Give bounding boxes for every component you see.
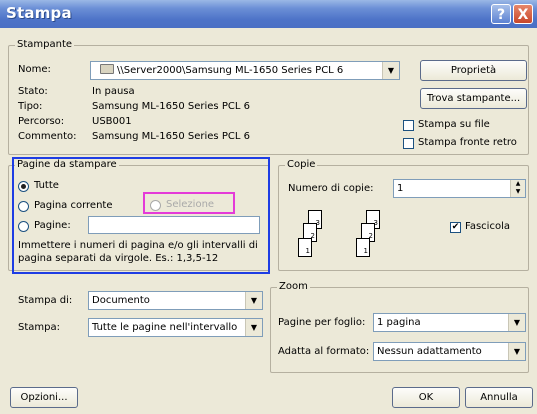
window-title: Stampa	[6, 4, 72, 22]
path-label: Percorso:	[18, 116, 65, 127]
all-pages-label[interactable]: Tutte	[34, 180, 59, 191]
spin-down-icon[interactable]: ▼	[516, 188, 521, 195]
page-range-hint: Immettere i numeri di pagina e/o gli int…	[18, 240, 258, 264]
printer-group-label: Stampante	[15, 39, 75, 50]
print-what-select[interactable]: Documento ▼	[88, 291, 263, 310]
scale-label: Adatta al formato:	[278, 346, 370, 357]
print-to-file-label[interactable]: Stampa su file	[418, 119, 490, 130]
print-range-value: Tutte le pagine nell'intervallo	[92, 322, 238, 333]
chevron-down-icon[interactable]: ▼	[245, 292, 262, 309]
printer-name-select[interactable]: \\Server2000\Samsung ML-1650 Series PCL …	[90, 61, 400, 80]
printer-icon	[100, 64, 114, 74]
type-value: Samsung ML-1650 Series PCL 6	[92, 101, 250, 112]
print-to-file-checkbox[interactable]	[403, 120, 414, 131]
options-button[interactable]: Opzioni...	[10, 387, 78, 408]
printer-name-value: \\Server2000\Samsung ML-1650 Series PCL …	[117, 65, 344, 76]
ok-button[interactable]: OK	[392, 387, 460, 408]
cancel-button[interactable]: Annulla	[465, 387, 533, 408]
pages-label[interactable]: Pagine:	[34, 220, 71, 231]
pages-per-sheet-select[interactable]: 1 pagina ▼	[373, 313, 526, 332]
duplex-checkbox[interactable]	[403, 138, 414, 149]
duplex-label[interactable]: Stampa fronte retro	[418, 137, 517, 148]
properties-button[interactable]: Proprietà	[420, 60, 527, 81]
pages-per-sheet-label: Pagine per foglio:	[278, 317, 366, 328]
chevron-down-icon[interactable]: ▼	[382, 62, 399, 79]
print-dialog: Stampa ? X Stampante Nome: \\Server2000\…	[0, 0, 537, 414]
title-bar: Stampa ? X	[0, 0, 537, 28]
pages-input[interactable]	[88, 216, 260, 234]
pages-radio[interactable]	[18, 221, 29, 232]
copies-count-input[interactable]: 1 ▲ ▼	[393, 179, 526, 198]
print-what-value: Documento	[92, 295, 150, 306]
close-button[interactable]: X	[513, 4, 533, 24]
scale-value: Nessun adattamento	[377, 346, 482, 357]
print-range-label: Stampa:	[18, 322, 60, 333]
type-label: Tipo:	[18, 101, 43, 112]
find-printer-button[interactable]: Trova stampante...	[420, 88, 527, 109]
chevron-down-icon[interactable]: ▼	[508, 314, 525, 331]
all-pages-radio[interactable]	[18, 181, 29, 192]
current-page-radio[interactable]	[18, 201, 29, 212]
page-icon: 1	[298, 238, 312, 257]
zoom-group-label: Zoom	[277, 281, 310, 292]
printer-name-label: Nome:	[18, 64, 51, 75]
copies-count-label: Numero di copie:	[288, 183, 374, 194]
current-page-label[interactable]: Pagina corrente	[34, 200, 113, 211]
chevron-down-icon[interactable]: ▼	[508, 343, 525, 360]
pages-per-sheet-value: 1 pagina	[377, 317, 421, 328]
status-value: In pausa	[92, 86, 135, 97]
selection-radio[interactable]	[150, 200, 161, 211]
comment-value: Samsung ML-1650 Series PCL 6	[92, 131, 250, 142]
copies-spinner[interactable]: ▲ ▼	[510, 180, 525, 197]
copies-group-label: Copie	[285, 159, 318, 170]
page-icon: 1	[356, 238, 370, 257]
print-range-select[interactable]: Tutte le pagine nell'intervallo ▼	[88, 318, 263, 337]
collate-label[interactable]: Fascicola	[465, 221, 510, 232]
scale-select[interactable]: Nessun adattamento ▼	[373, 342, 526, 361]
chevron-down-icon[interactable]: ▼	[245, 319, 262, 336]
selection-label[interactable]: Selezione	[166, 199, 214, 210]
print-what-label: Stampa di:	[18, 295, 73, 306]
spin-up-icon[interactable]: ▲	[516, 180, 521, 187]
path-value: USB001	[92, 116, 132, 127]
status-label: Stato:	[18, 86, 48, 97]
collate-checkbox[interactable]: ✔	[450, 222, 461, 233]
comment-label: Commento:	[18, 131, 77, 142]
copies-count-value: 1	[397, 183, 404, 194]
help-button[interactable]: ?	[491, 4, 511, 24]
